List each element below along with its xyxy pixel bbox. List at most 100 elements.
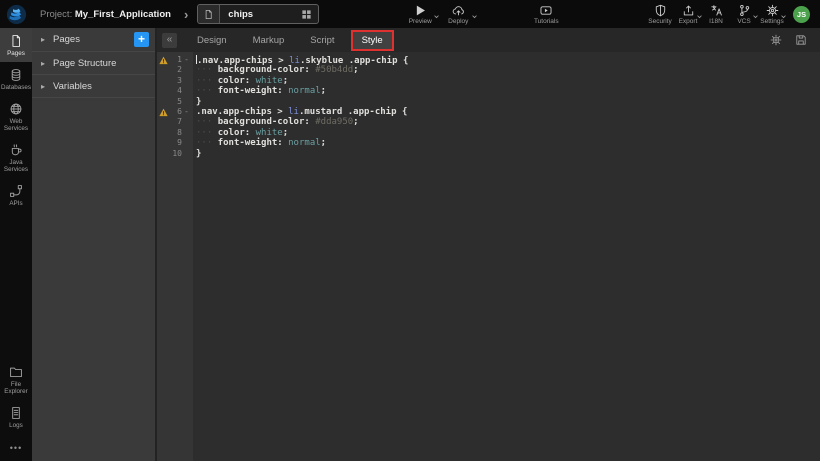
panel-section-variables[interactable]: ▸Variables bbox=[32, 75, 155, 98]
tab-script[interactable]: Script bbox=[297, 31, 347, 50]
line-number: 6 bbox=[169, 107, 182, 117]
caret-right-icon: ▸ bbox=[41, 59, 45, 68]
sidebar-item-logs[interactable]: Logs bbox=[0, 400, 32, 434]
topbar-action-settings[interactable]: Settings bbox=[758, 4, 786, 25]
panel-section-page-structure[interactable]: ▸ Page Structure bbox=[32, 52, 155, 75]
code-text: ··· background-color: #dda950; bbox=[193, 117, 359, 127]
topbar-right-actions: Security Export I18N VCSSettings bbox=[646, 4, 786, 25]
code-token: font-weight: bbox=[218, 86, 283, 96]
sidebar-item-databases[interactable]: Databases bbox=[0, 62, 32, 96]
save-icon bbox=[795, 34, 807, 46]
code-line[interactable]: 3··· color: white; bbox=[157, 76, 820, 86]
topbar-actions: Preview Deploy Tutorials bbox=[401, 4, 565, 25]
gutter: 1- bbox=[157, 55, 193, 65]
gear-icon bbox=[766, 4, 779, 17]
code-line[interactable]: 8··· color: white; bbox=[157, 128, 820, 138]
gutter: 6- bbox=[157, 107, 193, 117]
avatar[interactable]: JS bbox=[793, 6, 810, 23]
code-token: } bbox=[196, 149, 201, 159]
code-token: ; bbox=[321, 138, 326, 148]
code-token: } bbox=[196, 97, 201, 107]
code-token: { bbox=[397, 107, 408, 117]
panel-section-pages[interactable]: ▸Pages+ bbox=[32, 28, 155, 52]
chevron-down-icon[interactable] bbox=[780, 13, 787, 20]
logs-icon bbox=[9, 406, 23, 420]
code-token: white bbox=[256, 76, 283, 86]
line-number: 7 bbox=[169, 117, 182, 127]
editor-tab-bar: « DesignMarkupScript Style bbox=[157, 28, 820, 52]
grid-icon[interactable] bbox=[294, 9, 318, 20]
code-token: color: bbox=[218, 128, 251, 138]
topbar-action-tutorials[interactable]: Tutorials bbox=[527, 4, 565, 25]
api-icon bbox=[9, 184, 23, 198]
app-logo[interactable] bbox=[0, 0, 33, 28]
code-line[interactable]: 2··· background-color: #50b4dd; bbox=[157, 65, 820, 75]
topbar-action-i18n[interactable]: I18N bbox=[702, 4, 730, 25]
code-text: .nav.app-chips > li.mustard .app-chip { bbox=[193, 107, 407, 117]
branch-icon bbox=[738, 4, 751, 17]
topbar-action-label: Export bbox=[679, 18, 698, 25]
sidebar-item-web-services[interactable]: Web Services bbox=[0, 96, 32, 137]
sidebar-item-pages[interactable]: Pages bbox=[0, 28, 32, 62]
pages-panel: ▸Pages+ ▸ Page Structure ▸Variables bbox=[32, 28, 157, 461]
code-line[interactable]: 10} bbox=[157, 149, 820, 159]
code-line[interactable]: 1-.nav.app-chips > li.skyblue .app-chip … bbox=[157, 55, 820, 65]
code-line[interactable]: 5} bbox=[157, 97, 820, 107]
sidebar-item-label: Web Services bbox=[1, 118, 31, 132]
gutter: 5 bbox=[157, 97, 193, 107]
sidebar-item-apis[interactable]: APIs bbox=[0, 178, 32, 212]
panel-section-label: Page Structure bbox=[53, 58, 116, 69]
tab-markup[interactable]: Markup bbox=[240, 31, 298, 50]
file-icon bbox=[198, 5, 220, 23]
topbar-action-preview[interactable]: Preview bbox=[401, 4, 439, 25]
code-token: font-weight: bbox=[218, 138, 283, 148]
code-line[interactable]: 9 ··· font-weight: normal; bbox=[157, 138, 820, 148]
topbar-action-security[interactable]: Security bbox=[646, 4, 674, 25]
topbar-action-label: Security bbox=[648, 18, 671, 25]
code-token: .app-chip bbox=[349, 56, 398, 66]
topbar-action-label: Preview bbox=[409, 18, 432, 25]
top-bar: Project: My_First_Application › chips Pr… bbox=[0, 0, 820, 28]
gutter: 7 bbox=[157, 117, 193, 127]
tab-style[interactable]: Style bbox=[353, 32, 392, 49]
chevron-down-icon[interactable] bbox=[471, 13, 478, 20]
translate-icon bbox=[710, 4, 723, 17]
code-line[interactable]: 6-.nav.app-chips > li.mustard .app-chip … bbox=[157, 107, 820, 117]
code-token: li bbox=[288, 107, 299, 117]
code-line[interactable]: 7 ··· background-color: #dda950; bbox=[157, 117, 820, 127]
code-text: .nav.app-chips > li.skyblue .app-chip { bbox=[193, 55, 408, 66]
open-page-tab[interactable]: chips bbox=[197, 4, 319, 24]
fold-marker[interactable]: - bbox=[182, 56, 191, 64]
topbar-action-deploy[interactable]: Deploy bbox=[439, 4, 477, 25]
code-line[interactable]: 4··· font-weight: normal; bbox=[157, 86, 820, 96]
sidebar-item-java-services[interactable]: Java Services bbox=[0, 137, 32, 178]
code-text: } bbox=[193, 149, 201, 159]
topbar-action-export[interactable]: Export bbox=[674, 4, 702, 25]
css-code-editor[interactable]: 1-.nav.app-chips > li.skyblue .app-chip … bbox=[157, 52, 820, 461]
sidebar-item-file-explorer[interactable]: File Explorer bbox=[0, 359, 32, 400]
gutter: 2 bbox=[157, 65, 193, 75]
database-icon bbox=[9, 68, 23, 82]
fold-marker[interactable]: - bbox=[182, 108, 191, 116]
add-page-button[interactable]: + bbox=[134, 32, 149, 47]
wavemaker-studio-window: Project: My_First_Application › chips Pr… bbox=[0, 0, 820, 461]
code-token: background-color: bbox=[218, 65, 310, 75]
editor-settings-button[interactable] bbox=[770, 34, 782, 46]
topbar-action-label: I18N bbox=[709, 18, 723, 25]
tab-design[interactable]: Design bbox=[184, 31, 240, 50]
code-token: { bbox=[398, 56, 409, 66]
topbar-action-vcs[interactable]: VCS bbox=[730, 4, 758, 25]
line-number: 9 bbox=[169, 138, 182, 148]
code-token: ··· bbox=[196, 117, 218, 127]
collapse-panel-button[interactable]: « bbox=[162, 33, 177, 48]
code-token: ; bbox=[353, 65, 358, 75]
sidebar-more-button[interactable]: ••• bbox=[0, 434, 32, 461]
code-text: ··· font-weight: normal; bbox=[193, 138, 326, 148]
topbar-action-label: Deploy bbox=[448, 18, 468, 25]
save-button[interactable] bbox=[795, 34, 807, 46]
shield-icon bbox=[654, 4, 667, 17]
code-token: ; bbox=[283, 76, 288, 86]
code-token: > bbox=[273, 56, 289, 66]
code-token: .skyblue bbox=[300, 56, 343, 66]
sidebar-spacer bbox=[0, 212, 32, 359]
